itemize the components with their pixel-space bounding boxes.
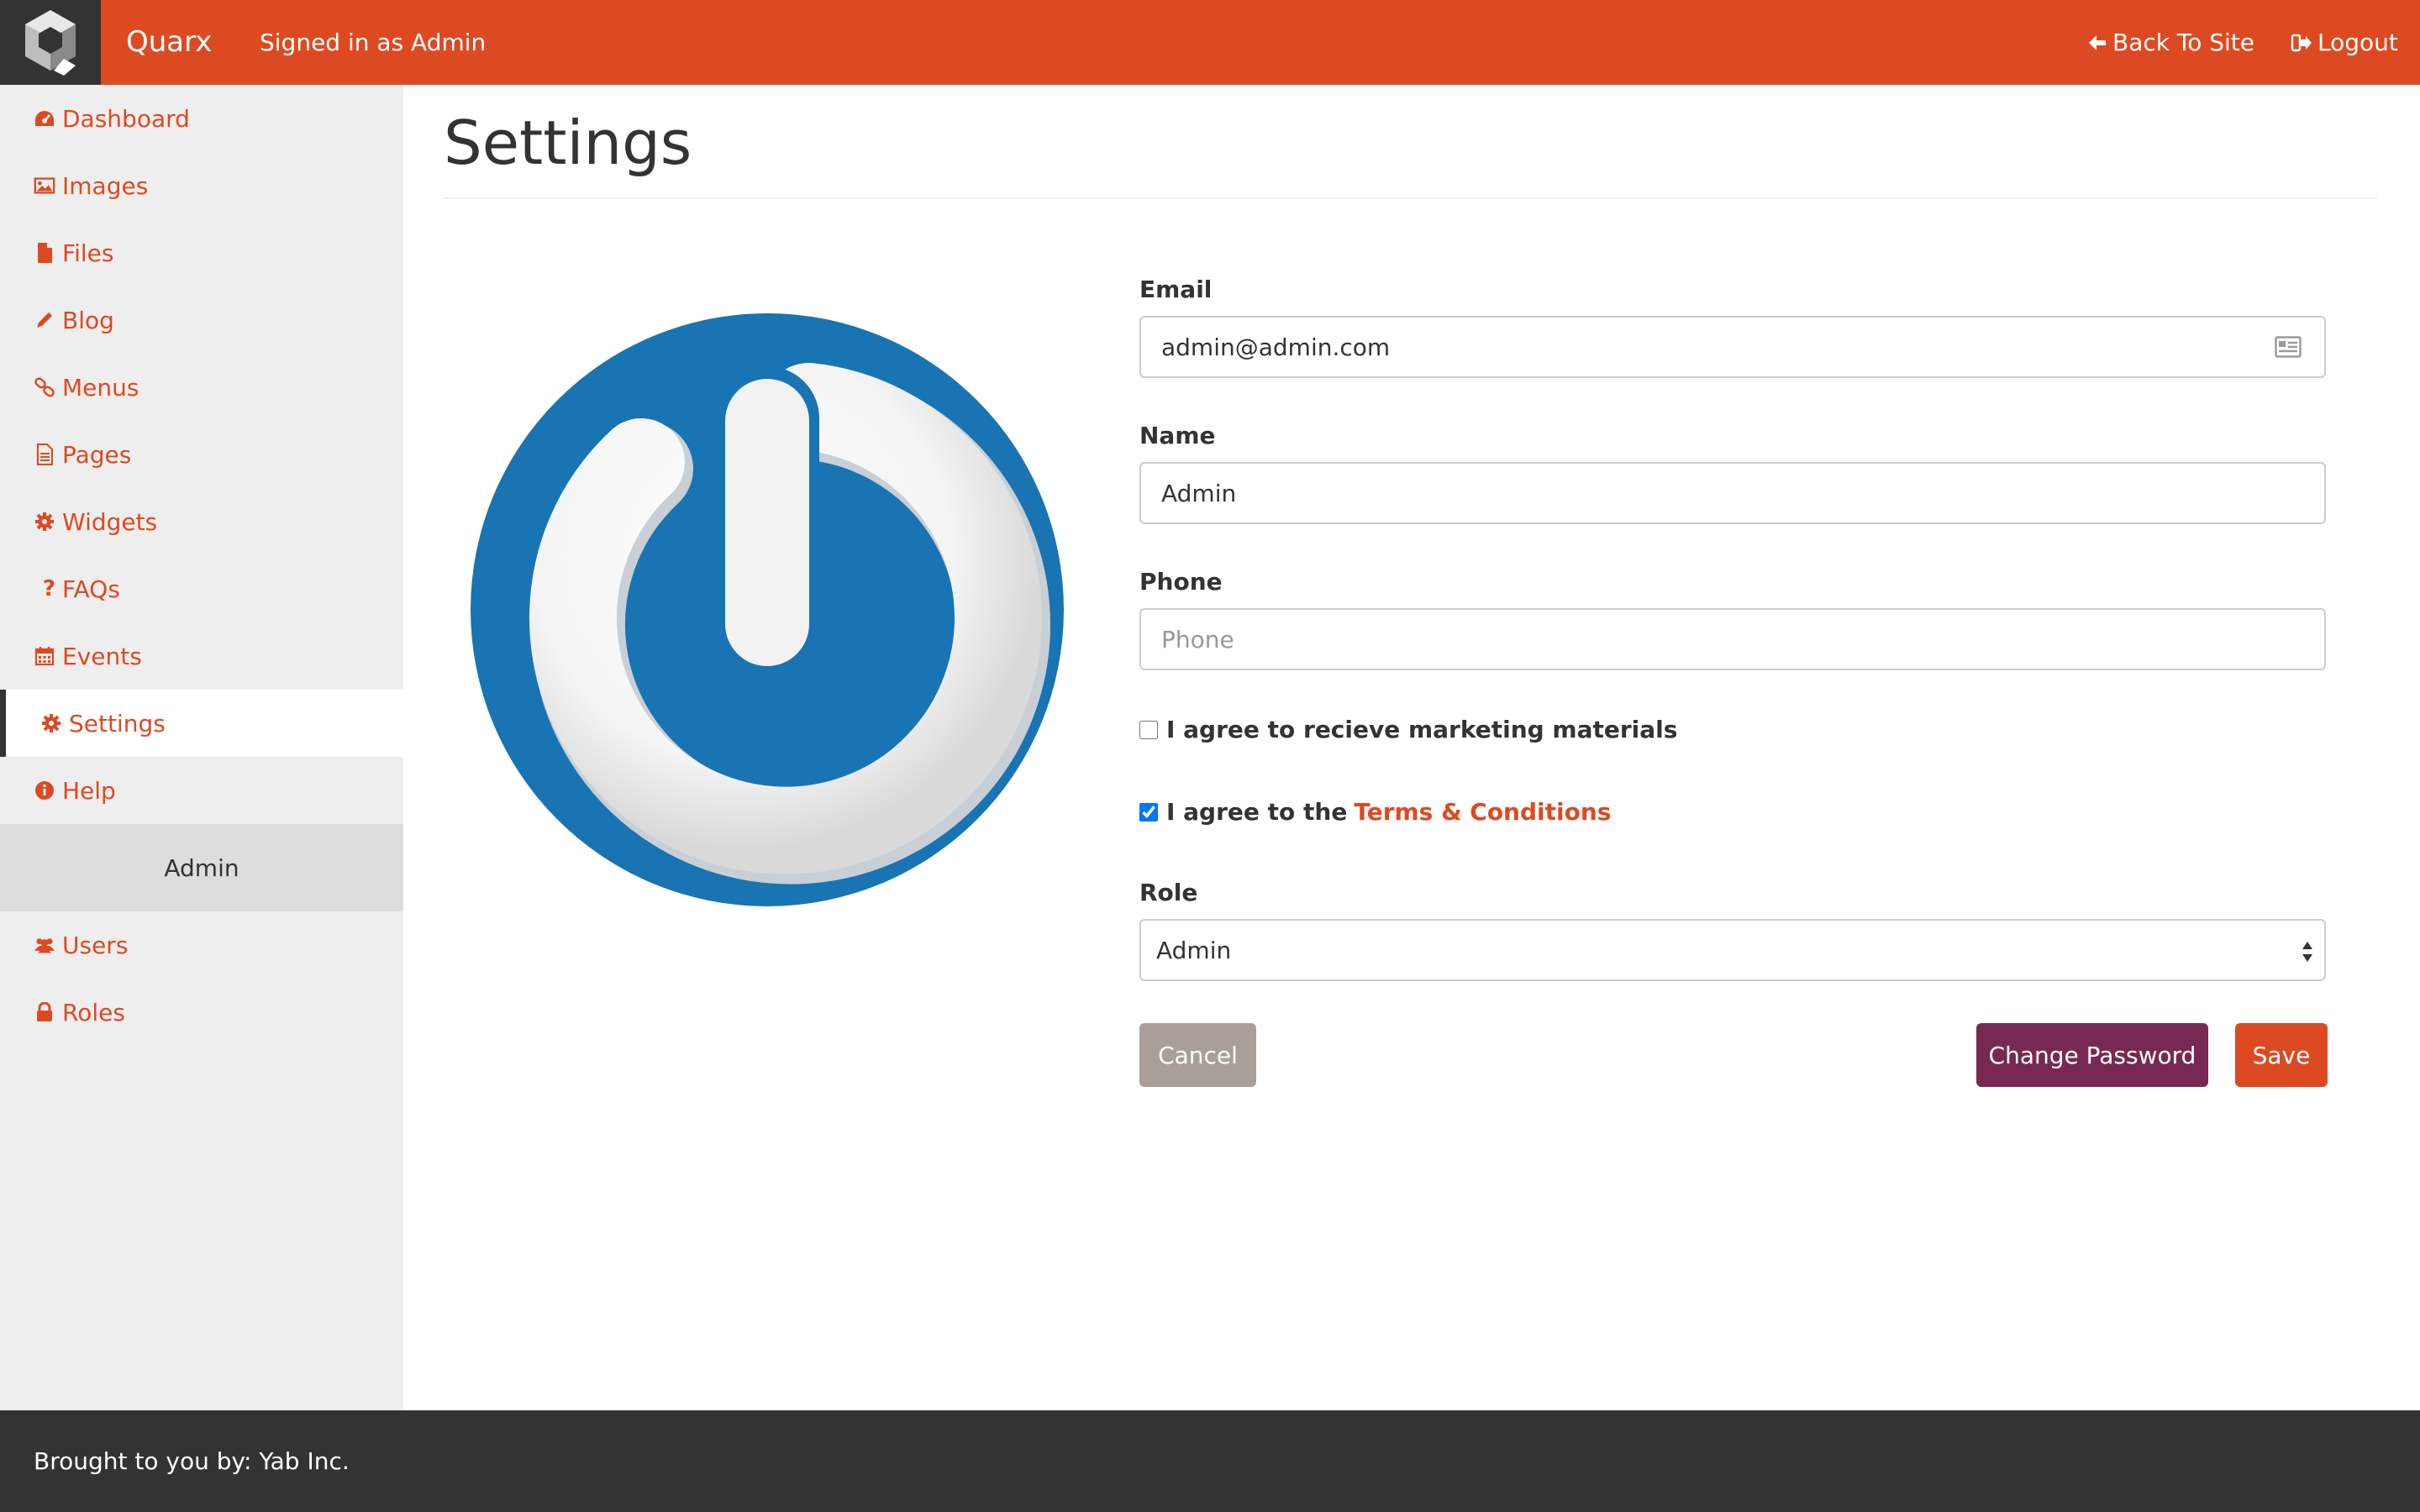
footer-credit: Brought to you by: Yab Inc. <box>34 1447 350 1475</box>
lock-icon <box>34 1001 55 1023</box>
name-label: Name <box>1139 422 1216 449</box>
sidebar-item-label: Widgets <box>62 507 158 536</box>
contact-card-icon <box>2275 336 2302 358</box>
dashboard-icon <box>34 108 55 129</box>
image-icon <box>34 175 55 197</box>
role-select[interactable]: Admin <box>1139 919 2326 981</box>
sidebar-item-events[interactable]: Events <box>0 622 403 690</box>
sidebar-item-files[interactable]: Files <box>0 219 403 286</box>
select-arrows-icon <box>2302 942 2312 962</box>
sidebar-item-images[interactable]: Images <box>0 152 403 219</box>
sidebar-item-users[interactable]: Users <box>0 911 403 979</box>
cancel-button[interactable]: Cancel <box>1139 1023 1256 1087</box>
role-label: Role <box>1139 879 1198 906</box>
sidebar-item-label: Help <box>62 776 116 805</box>
terms-checkbox[interactable] <box>1139 802 1158 822</box>
sidebar-item-pages[interactable]: Pages <box>0 421 403 488</box>
sidebar-item-label: Events <box>62 642 142 670</box>
page-icon <box>34 444 55 465</box>
logout-label: Logout <box>2317 29 2398 56</box>
phone-label: Phone <box>1139 568 1223 596</box>
phone-field[interactable] <box>1139 608 2326 670</box>
cube-logo-icon <box>25 9 76 76</box>
sidebar-item-roles[interactable]: Roles <box>0 979 403 1046</box>
role-selected-value: Admin <box>1156 936 1232 964</box>
sidebar-item-label: Pages <box>62 440 132 469</box>
file-icon <box>34 242 55 264</box>
marketing-consent-row: I agree to recieve marketing materials <box>1139 716 1677 743</box>
sidebar-item-widgets[interactable]: Widgets <box>0 488 403 555</box>
sidebar-item-label: Menus <box>62 373 139 402</box>
sidebar-item-label: Images <box>62 171 149 200</box>
signed-in-status: Signed in as Admin <box>260 29 487 56</box>
sidebar: Dashboard Images Files Blog Menus Pages <box>0 85 403 1410</box>
back-to-site-link[interactable]: Back To Site <box>2087 0 2254 85</box>
sidebar-item-settings[interactable]: Settings <box>0 690 403 757</box>
sidebar-item-label: Users <box>62 931 129 959</box>
sidebar-item-help[interactable]: Help <box>0 757 403 824</box>
sidebar-item-label: Roles <box>62 998 125 1026</box>
sidebar-item-blog[interactable]: Blog <box>0 286 403 354</box>
name-field[interactable] <box>1139 462 2326 524</box>
terms-consent-row: I agree to the Terms & Conditions <box>1139 798 1611 826</box>
page-title: Settings <box>444 108 692 178</box>
gear-icon <box>40 712 62 734</box>
sign-out-icon <box>2291 34 2312 51</box>
save-button[interactable]: Save <box>2235 1023 2328 1087</box>
sidebar-item-label: Blog <box>62 306 114 334</box>
calendar-icon <box>34 645 55 667</box>
email-label: Email <box>1139 276 1213 303</box>
marketing-label: I agree to recieve marketing materials <box>1166 716 1678 743</box>
info-icon <box>34 780 55 801</box>
marketing-checkbox[interactable] <box>1139 720 1158 739</box>
title-divider <box>444 197 2378 199</box>
sidebar-item-label: Dashboard <box>62 104 190 133</box>
sidebar-item-dashboard[interactable]: Dashboard <box>0 85 403 152</box>
footer: Brought to you by: Yab Inc. <box>0 1410 2420 1512</box>
link-icon <box>34 376 55 398</box>
email-field[interactable] <box>1139 316 2326 378</box>
sidebar-item-label: FAQs <box>62 575 120 603</box>
terms-label: I agree to the <box>1166 798 1348 826</box>
arrow-left-icon <box>2089 34 2106 50</box>
top-navbar: Quarx Signed in as Admin Back To Site Lo… <box>0 0 2420 85</box>
user-avatar-power-icon <box>471 313 1064 906</box>
back-to-site-label: Back To Site <box>2112 29 2255 56</box>
change-password-button[interactable]: Change Password <box>1976 1023 2208 1087</box>
sidebar-item-menus[interactable]: Menus <box>0 354 403 421</box>
app-brand[interactable]: Quarx <box>126 0 212 85</box>
terms-link[interactable]: Terms & Conditions <box>1354 798 1611 826</box>
sidebar-item-label: Files <box>62 239 114 267</box>
question-icon: ? <box>42 576 55 601</box>
pencil-icon <box>34 309 55 331</box>
sidebar-item-label: Settings <box>69 709 166 738</box>
sidebar-item-faqs[interactable]: ? FAQs <box>0 555 403 622</box>
quarx-logo[interactable] <box>0 0 101 85</box>
logout-link[interactable]: Logout <box>2291 0 2398 85</box>
users-icon <box>34 934 55 956</box>
admin-section-header: Admin <box>0 824 403 911</box>
gear-icon <box>34 511 55 533</box>
